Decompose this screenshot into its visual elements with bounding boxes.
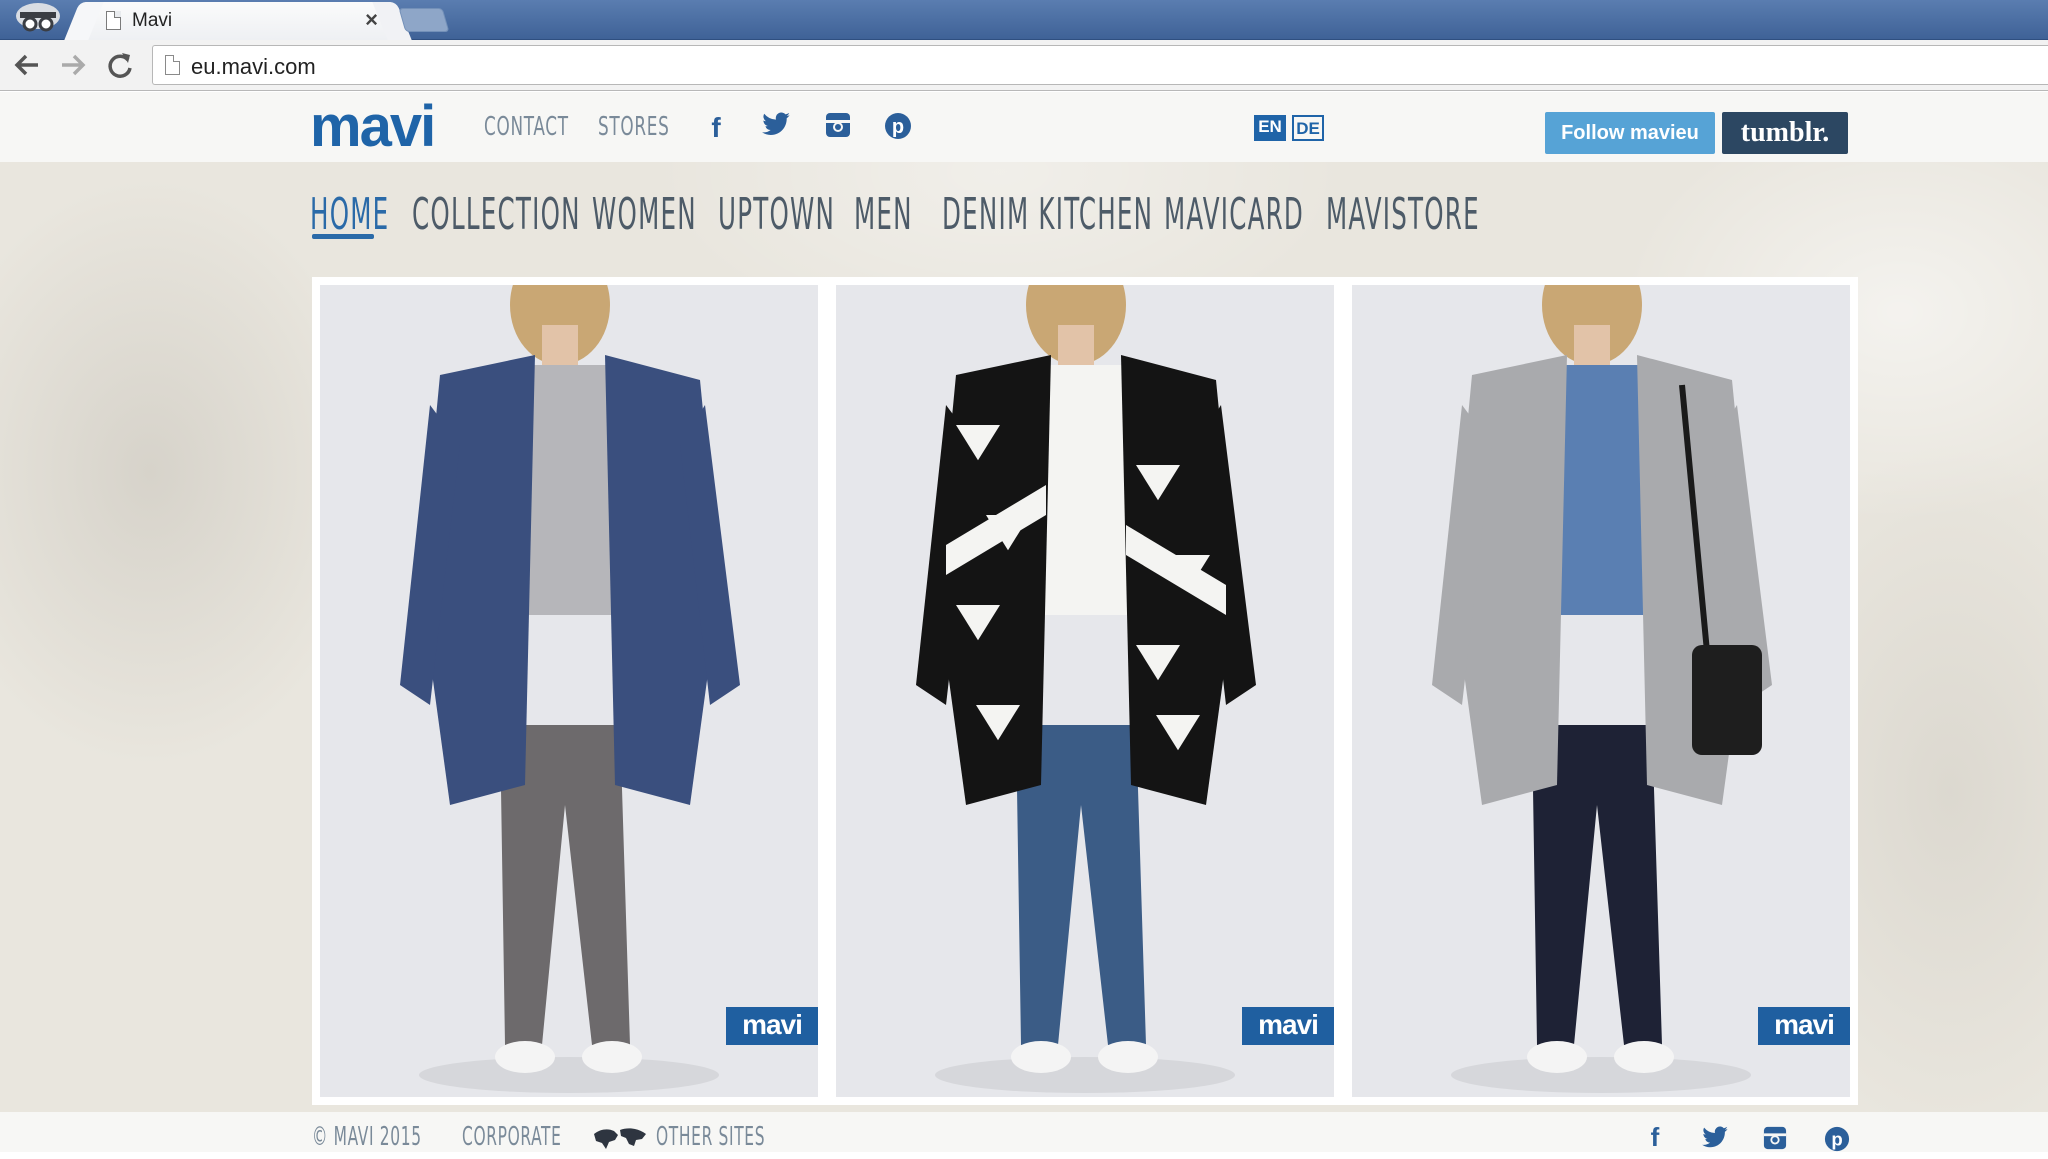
twitter-icon[interactable] [1700,1126,1730,1157]
nav-men[interactable]: MEN [854,190,913,240]
page-content: mavi CONTACT STORES f p EN DE Follow mav… [0,92,2048,1152]
page-icon [165,55,180,75]
product-photo [836,285,1334,1097]
page-icon [106,11,121,30]
stores-link[interactable]: STORES [598,112,670,142]
nav-mavicard[interactable]: MAVICARD [1164,190,1304,240]
copyright-text: © MAVI 2015 [312,1122,422,1152]
pinterest-icon[interactable]: p [1822,1126,1852,1159]
incognito-icon [16,3,60,32]
site-footer [0,1112,2048,1152]
product-photo [320,285,818,1097]
active-nav-underline [312,234,374,239]
new-tab-button[interactable] [398,8,450,32]
mavi-badge: mavi [1242,1007,1334,1045]
corporate-link[interactable]: CORPORATE [462,1122,561,1152]
world-map-icon [594,1128,646,1149]
language-de-button[interactable]: DE [1292,115,1324,141]
address-bar[interactable]: eu.mavi.com [152,45,2048,85]
product-card[interactable]: mavi [836,285,1334,1097]
browser-toolbar: eu.mavi.com [0,40,2048,91]
instagram-icon[interactable] [822,112,854,144]
browser-tab-bar: Mavi × [0,0,2048,40]
forward-arrow-icon[interactable] [56,48,90,82]
tab-title: Mavi [132,10,173,31]
other-sites-link[interactable]: OTHER SITES [656,1122,765,1152]
product-card[interactable]: mavi [320,285,818,1097]
facebook-icon[interactable]: f [1640,1122,1670,1153]
pinterest-icon[interactable]: p [882,112,914,144]
mavi-badge: mavi [726,1007,818,1045]
nav-collection[interactable]: COLLECTION [412,190,581,240]
mavi-badge: mavi [1758,1007,1850,1045]
svg-text:p: p [1831,1129,1842,1150]
follow-button[interactable]: Follow mavieu [1545,112,1715,154]
instagram-icon[interactable] [1760,1126,1790,1157]
nav-home[interactable]: HOME [310,190,389,240]
close-tab-icon[interactable]: × [365,7,378,33]
language-en-button[interactable]: EN [1254,115,1286,141]
twitter-icon[interactable] [760,112,792,144]
contact-link[interactable]: CONTACT [484,112,569,142]
nav-uptown[interactable]: UPTOWN [718,190,835,240]
product-photo [1352,285,1850,1097]
svg-text:p: p [892,116,904,138]
tumblr-button[interactable]: tumblr. [1722,112,1848,154]
browser-tab[interactable]: Mavi × [86,2,390,40]
product-gallery: mavi mavi mavi [312,277,1858,1105]
back-arrow-icon[interactable] [10,48,44,82]
nav-women[interactable]: WOMEN [592,190,697,240]
facebook-icon[interactable]: f [700,112,732,144]
nav-denim-kitchen[interactable]: DENIM KITCHEN [942,190,1153,240]
mavi-logo[interactable]: mavi [310,98,436,156]
url-text: eu.mavi.com [191,54,316,79]
reload-icon[interactable] [102,48,136,82]
product-card[interactable]: mavi [1352,285,1850,1097]
nav-mavistore[interactable]: MAVISTORE [1326,190,1480,240]
